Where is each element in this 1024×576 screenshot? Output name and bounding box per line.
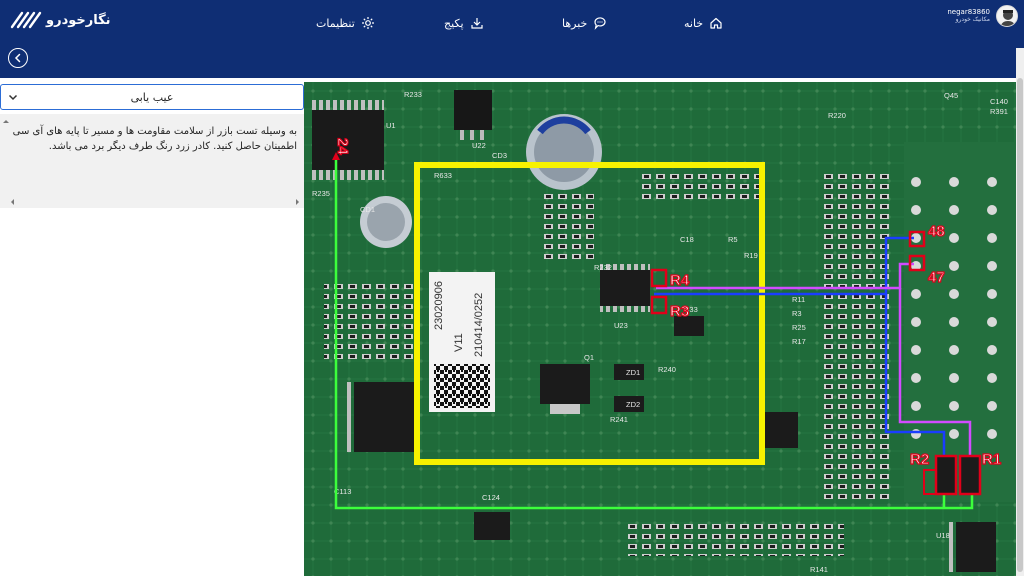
ref-r233: R233 xyxy=(404,90,422,99)
ref-c140: C140 xyxy=(990,97,1008,106)
ref-c124: C124 xyxy=(482,493,500,502)
troubleshoot-panel: عیب یابی به وسیله تست بازر از سلامت مقاو… xyxy=(0,82,304,576)
label-r3: R3 xyxy=(670,303,689,320)
ic-bottom-left xyxy=(474,512,510,540)
nav-settings-label: تنظیمات xyxy=(316,16,355,30)
ref-r17: R17 xyxy=(792,337,806,346)
ref-r235: R235 xyxy=(312,189,330,198)
capacitor-cd1 xyxy=(360,196,412,248)
description-hscrollbar[interactable] xyxy=(0,196,304,208)
ic-right-mid xyxy=(764,412,798,448)
label-r4: R4 xyxy=(670,272,690,289)
home-icon xyxy=(710,17,722,29)
ref-q45: Q45 xyxy=(944,91,958,100)
ref-q1: Q1 xyxy=(584,353,594,362)
ref-r240: R240 xyxy=(658,365,676,374)
label-pin-48: 48 xyxy=(928,223,945,240)
chevron-left-icon xyxy=(14,53,21,63)
ref-r220: R220 xyxy=(828,111,846,120)
chip-code-2: V11 xyxy=(453,333,465,352)
logo-mark-icon xyxy=(10,11,42,29)
ref-r11: R11 xyxy=(792,295,805,304)
description-vscrollbar[interactable] xyxy=(0,114,12,208)
mechanic-avatar-icon xyxy=(1000,10,1016,26)
ref-r141: R141 xyxy=(810,565,828,574)
top-navbar: نگارخودرو تنظیمات پکیج خبرها خانه negar8… xyxy=(0,0,1024,48)
label-r2: R2 xyxy=(910,451,929,468)
page-scrollbar[interactable] xyxy=(1016,48,1024,576)
ref-u1: U1 xyxy=(386,121,396,130)
nav-package-label: پکیج xyxy=(444,16,464,30)
ref-r633: R633 xyxy=(434,171,452,180)
chip-code-3: 210414/0252 xyxy=(473,293,485,357)
avatar xyxy=(996,5,1018,27)
ref-r3: R3 xyxy=(792,309,802,318)
back-button[interactable] xyxy=(8,48,28,68)
secondary-bar xyxy=(0,48,1024,78)
ref-u23: U23 xyxy=(614,321,628,330)
page-scrollbar-thumb[interactable] xyxy=(1017,78,1023,572)
label-pin-24: 24 xyxy=(334,138,351,155)
description-text: به وسیله تست بازر از سلامت مقاومت ها و م… xyxy=(12,126,297,152)
ref-r19: R19 xyxy=(744,251,758,260)
ref-r25: R25 xyxy=(792,323,806,332)
label-r1: R1 xyxy=(982,451,1001,468)
ref-c18: C18 xyxy=(680,235,694,244)
capacitor-cd3 xyxy=(526,114,602,190)
description-box: به وسیله تست بازر از سلامت مقاومت ها و م… xyxy=(0,114,304,208)
ref-r391: R391 xyxy=(990,107,1008,116)
label-pin-47: 47 xyxy=(928,269,945,286)
ref-r5: R5 xyxy=(728,235,738,244)
chip-code-1: 23020906 xyxy=(433,281,445,330)
ref-r232: R232 xyxy=(594,263,612,272)
nav-news[interactable]: خبرها xyxy=(562,16,607,30)
ref-r241: R241 xyxy=(610,415,628,424)
user-info: negar83860 مکانیک خودرو xyxy=(947,8,990,23)
nav-news-label: خبرها xyxy=(562,16,588,30)
dropdown-selected-value: عیب یابی xyxy=(130,90,174,104)
ref-zd1: ZD1 xyxy=(626,368,640,377)
ref-zd2: ZD2 xyxy=(626,400,640,409)
nav-package[interactable]: پکیج xyxy=(444,16,484,30)
user-role: مکانیک خودرو xyxy=(955,15,990,23)
logo-text: نگارخودرو xyxy=(46,12,111,28)
ic-left-lower xyxy=(344,382,414,452)
ref-cd1: CD1 xyxy=(360,205,375,214)
brand-logo[interactable]: نگارخودرو xyxy=(10,8,111,32)
ref-cd3: CD3 xyxy=(492,151,507,160)
chevron-down-icon xyxy=(8,94,18,101)
pcb-board-image: 23020906 V11 210414/0252 R233 U22 CD3 R6… xyxy=(304,82,1016,576)
ref-u18: U18 xyxy=(936,531,950,540)
ref-u22: U22 xyxy=(472,141,486,150)
nav-home[interactable]: خانه xyxy=(684,16,723,30)
ic-u18 xyxy=(948,522,996,572)
troubleshoot-dropdown[interactable]: عیب یابی xyxy=(0,84,304,110)
nav-settings[interactable]: تنظیمات xyxy=(316,16,375,30)
chip-label-sticker: 23020906 V11 210414/0252 xyxy=(429,272,495,412)
download-icon xyxy=(470,18,483,29)
gear-icon xyxy=(361,17,374,29)
nav-home-label: خانه xyxy=(684,16,704,30)
pcb-diagram: 23020906 V11 210414/0252 R233 U22 CD3 R6… xyxy=(304,82,1016,576)
chat-icon xyxy=(594,17,606,30)
user-profile[interactable]: negar83860 مکانیک خودرو xyxy=(947,5,1018,27)
